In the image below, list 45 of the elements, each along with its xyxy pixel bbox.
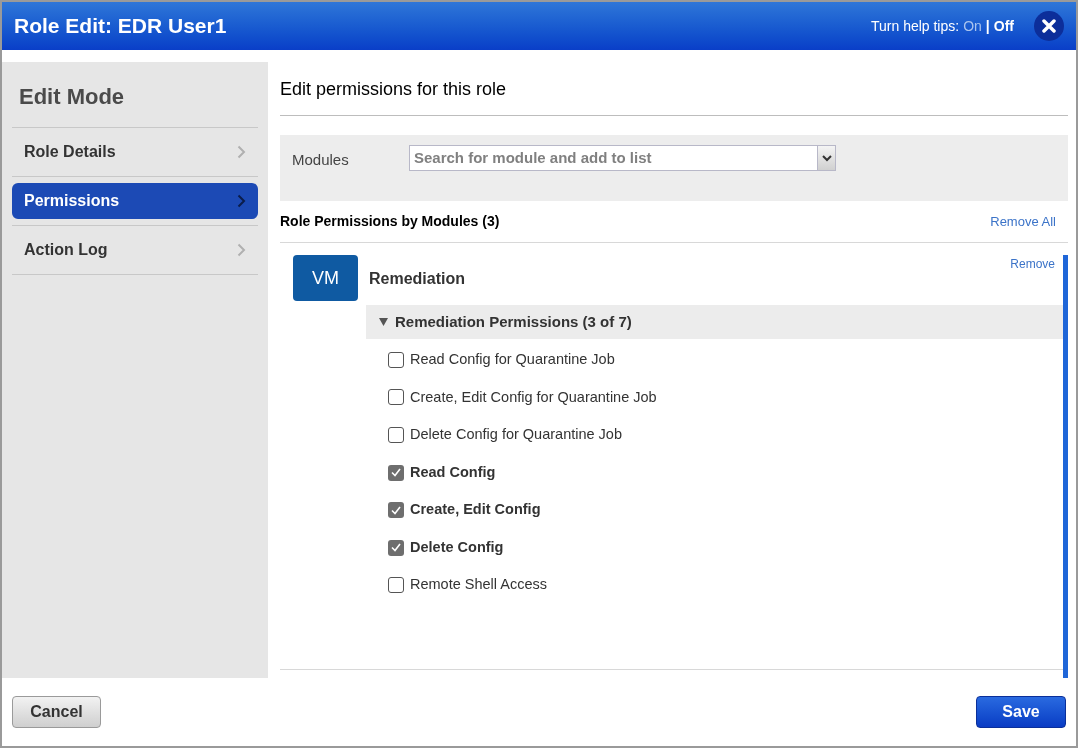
permission-label: Delete Config — [410, 537, 504, 557]
chevron-right-icon — [237, 145, 246, 159]
chevron-right-icon — [237, 243, 246, 257]
remove-all-link[interactable]: Remove All — [990, 211, 1068, 232]
checkmark-icon — [391, 505, 401, 515]
remove-link[interactable]: Remove — [1010, 255, 1063, 273]
sidebar-item[interactable]: Role Details — [12, 134, 258, 170]
checkbox[interactable] — [388, 577, 404, 594]
window-title: Role Edit: EDR User1 — [14, 13, 227, 40]
close-icon — [1042, 19, 1056, 33]
checkbox[interactable] — [388, 464, 404, 481]
help-tips-option[interactable]: Off — [993, 15, 1014, 37]
close-button[interactable] — [1034, 11, 1064, 41]
permission-label: Remote Shell Access — [410, 575, 547, 595]
module-name: Remediation — [368, 269, 465, 289]
separator-text: | — [985, 16, 990, 36]
triangle-down-icon — [379, 318, 388, 326]
checkbox[interactable] — [388, 351, 404, 368]
checkbox[interactable] — [388, 389, 404, 406]
permission-label: Read Config for Quarantine Job — [410, 349, 615, 369]
caret-down-icon — [821, 154, 832, 162]
section-title: Role Permissions by Modules (3) — [280, 212, 500, 231]
cancel-button[interactable]: Cancel — [12, 696, 101, 728]
save-button[interactable]: Save — [976, 696, 1066, 728]
help-tips-label: Turn help tips: — [870, 16, 960, 36]
modules-label: Modules — [292, 150, 350, 170]
sidebar-item[interactable]: Permissions — [12, 183, 258, 219]
chevron-right-icon — [237, 194, 246, 208]
module-search-field[interactable]: Search for module and add to list — [409, 145, 817, 171]
sidebar-item[interactable]: Action Log — [12, 232, 258, 268]
permission-label: Delete Config for Quarantine Job — [410, 425, 622, 445]
dropdown-button[interactable] — [817, 145, 836, 171]
sidebar-title: Edit Mode — [18, 83, 126, 111]
permission-label: Read Config — [410, 462, 496, 482]
permission-label: Create, Edit Config — [410, 500, 541, 520]
scrollbar[interactable] — [1063, 255, 1068, 678]
checkbox[interactable] — [388, 427, 404, 443]
checkbox[interactable] — [388, 502, 404, 519]
checkmark-icon — [391, 543, 401, 553]
checkmark-icon — [391, 468, 401, 478]
permission-label: Create, Edit Config for Quarantine Job — [410, 387, 657, 407]
checkbox[interactable] — [388, 539, 404, 556]
section-heading: Edit permissions for this role — [280, 62, 1068, 116]
permission-group-header[interactable]: Remediation Permissions (3 of 7) — [366, 305, 1063, 339]
module-badge: VM — [293, 255, 358, 301]
